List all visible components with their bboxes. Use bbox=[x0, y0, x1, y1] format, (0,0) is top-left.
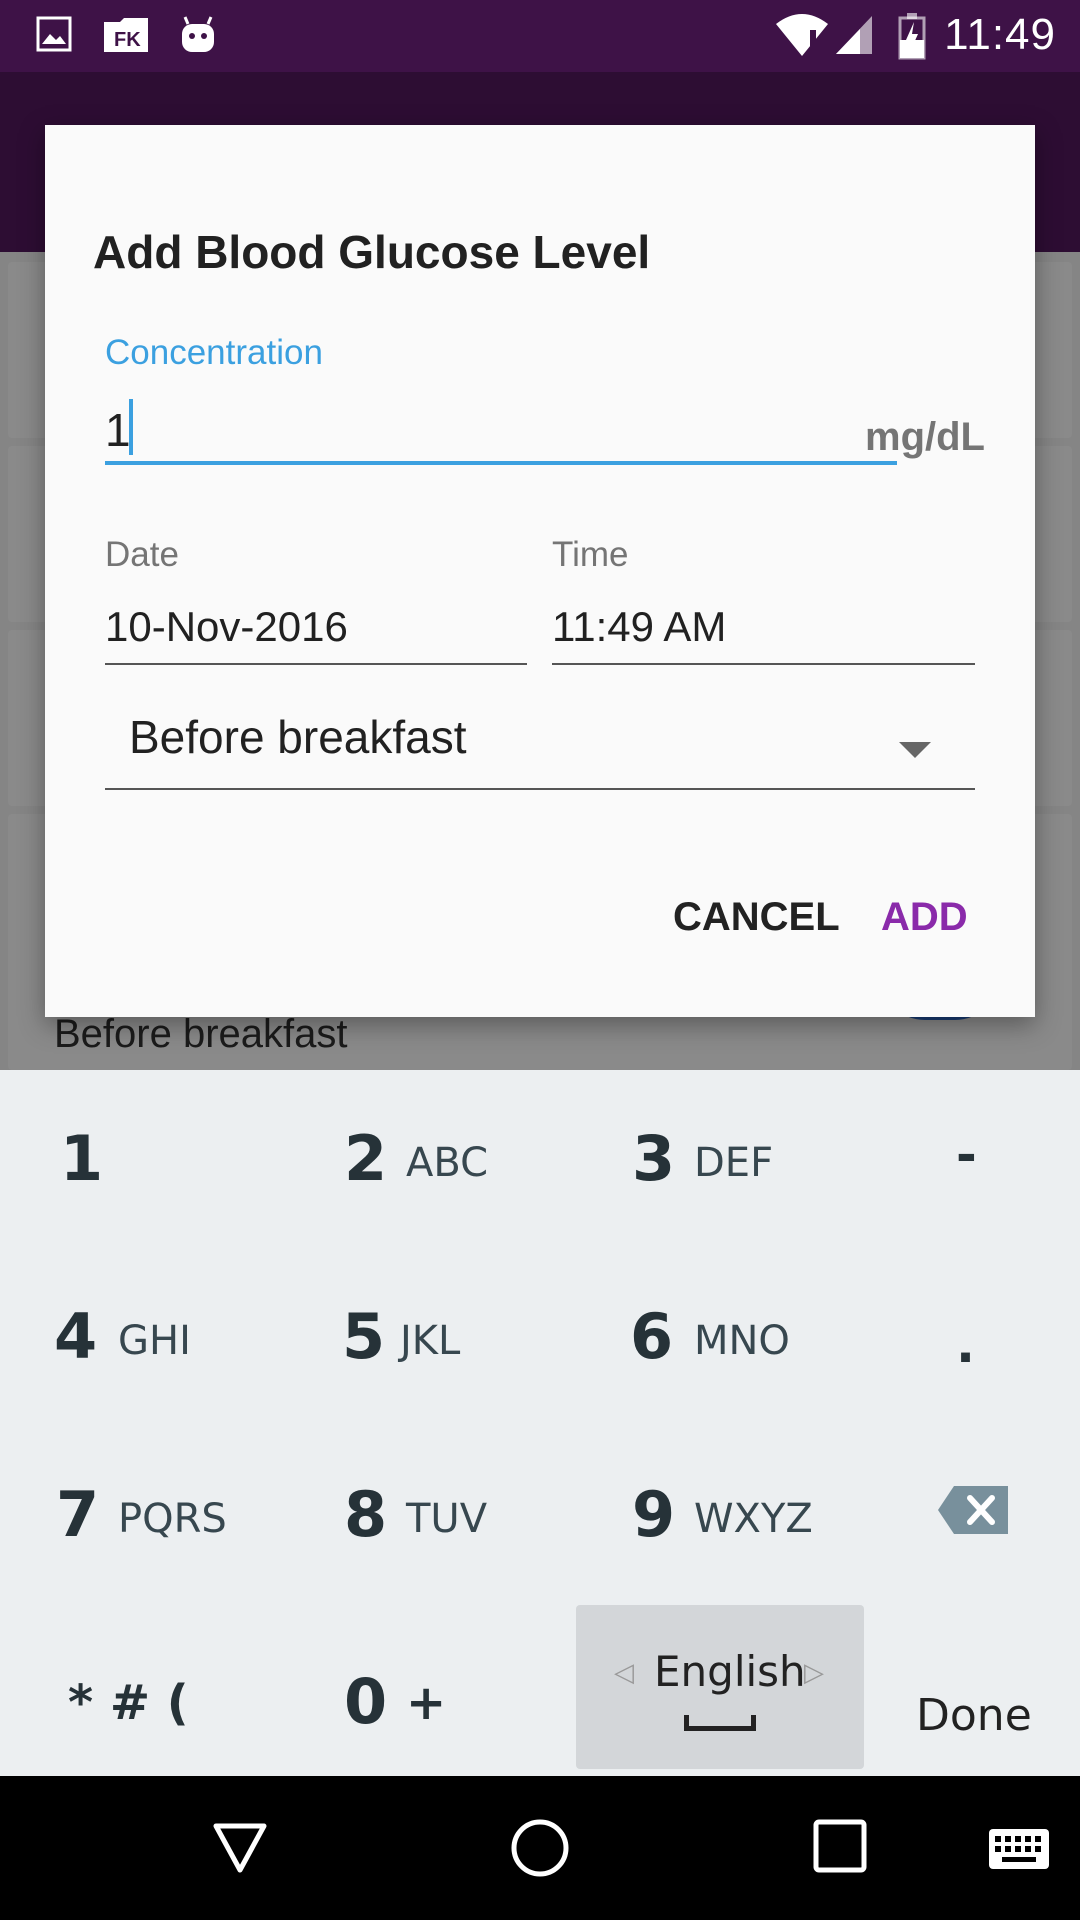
done-key[interactable]: Done bbox=[916, 1690, 1032, 1741]
key-symbol: - bbox=[956, 1126, 977, 1184]
key-symbol: . bbox=[956, 1316, 975, 1374]
key-letters: + bbox=[406, 1675, 447, 1731]
add-glucose-dialog: Add Blood Glucose Level Concentration 1 … bbox=[45, 125, 1035, 1017]
key-3[interactable]: 3 DEF bbox=[576, 1110, 864, 1280]
arrow-right-icon: ▷ bbox=[804, 1657, 824, 1687]
key-digit: 6 bbox=[630, 1300, 674, 1373]
arrow-left-icon: ◁ bbox=[614, 1657, 634, 1687]
key-minus[interactable]: - bbox=[864, 1110, 1080, 1280]
key-letters: MNO bbox=[694, 1318, 790, 1364]
key-digit: 8 bbox=[344, 1478, 388, 1551]
key-6[interactable]: 6 MNO bbox=[576, 1288, 864, 1458]
date-field[interactable]: 10-Nov-2016 bbox=[105, 603, 527, 665]
image-icon bbox=[36, 16, 72, 52]
recents-icon[interactable] bbox=[812, 1818, 868, 1874]
android-icon bbox=[182, 16, 214, 52]
key-0[interactable]: 0 + bbox=[288, 1605, 576, 1775]
status-bar: FK 11:49 bbox=[0, 0, 1080, 72]
key-letters: PQRS bbox=[118, 1496, 227, 1542]
language-label: English bbox=[654, 1647, 806, 1696]
meal-dropdown-value: Before breakfast bbox=[129, 711, 467, 763]
chevron-down-icon bbox=[899, 742, 931, 758]
wifi-icon bbox=[776, 14, 828, 56]
signal-icon bbox=[836, 16, 872, 54]
text-cursor bbox=[129, 399, 133, 455]
key-2[interactable]: 2 ABC bbox=[288, 1110, 576, 1280]
key-digit: 9 bbox=[632, 1478, 676, 1551]
key-letters: DEF bbox=[694, 1140, 774, 1186]
concentration-value: 1 bbox=[105, 404, 131, 456]
key-letters: GHI bbox=[118, 1318, 191, 1364]
key-1[interactable]: 1 bbox=[0, 1110, 288, 1280]
time-label: Time bbox=[552, 535, 629, 574]
battery-charging-icon bbox=[898, 13, 926, 60]
key-letters: TUV bbox=[406, 1496, 488, 1542]
key-digit: 4 bbox=[54, 1300, 98, 1373]
numeric-keyboard: 1 2 ABC 3 DEF - 4 GHI 5 JKL 6 MNO . 7 PQ… bbox=[0, 1070, 1080, 1776]
space-icon bbox=[684, 1715, 756, 1731]
fk-app-icon: FK bbox=[104, 18, 148, 52]
key-letters: ABC bbox=[406, 1140, 489, 1186]
cancel-button[interactable]: CANCEL bbox=[673, 895, 840, 940]
back-icon[interactable] bbox=[210, 1818, 270, 1878]
key-digit: 0 bbox=[344, 1665, 388, 1738]
dialog-title: Add Blood Glucose Level bbox=[93, 226, 651, 278]
time-field[interactable]: 11:49 AM bbox=[552, 603, 975, 665]
language-space-key[interactable]: ◁ English ▷ bbox=[576, 1605, 864, 1769]
concentration-input[interactable]: 1 bbox=[105, 395, 897, 465]
key-digit: 5 bbox=[342, 1300, 386, 1373]
key-letters: WXYZ bbox=[694, 1496, 813, 1542]
key-letters: JKL bbox=[400, 1318, 461, 1364]
navigation-bar bbox=[0, 1776, 1080, 1920]
key-5[interactable]: 5 JKL bbox=[288, 1288, 576, 1458]
concentration-unit: mg/dL bbox=[865, 415, 985, 459]
concentration-label: Concentration bbox=[105, 333, 323, 372]
key-symbol: * # ( bbox=[68, 1675, 189, 1731]
keyboard-icon[interactable] bbox=[988, 1828, 1050, 1870]
key-digit: 2 bbox=[344, 1122, 388, 1195]
meal-dropdown[interactable]: Before breakfast bbox=[105, 710, 975, 790]
key-symbols[interactable]: * # ( bbox=[0, 1605, 288, 1775]
svg-text:FK: FK bbox=[114, 29, 141, 51]
key-digit: 7 bbox=[56, 1478, 100, 1551]
key-period[interactable]: . bbox=[864, 1288, 1080, 1458]
status-time: 11:49 bbox=[944, 10, 1056, 59]
key-4[interactable]: 4 GHI bbox=[0, 1288, 288, 1458]
backspace-icon bbox=[938, 1486, 1008, 1534]
home-icon[interactable] bbox=[510, 1818, 570, 1878]
add-button[interactable]: ADD bbox=[881, 895, 968, 940]
date-label: Date bbox=[105, 535, 179, 574]
key-digit: 3 bbox=[632, 1122, 676, 1195]
key-digit: 1 bbox=[60, 1122, 104, 1195]
